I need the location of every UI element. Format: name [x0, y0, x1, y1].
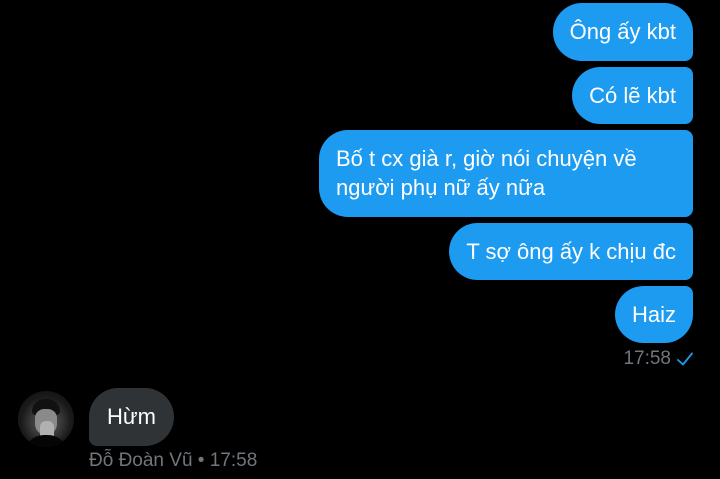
outgoing-message-meta: 17:58 — [623, 346, 693, 372]
message-bubble-outgoing[interactable]: Bố t cx già r, giờ nói chuyện về người p… — [319, 130, 693, 217]
message-timestamp: 17:58 — [623, 348, 671, 369]
meta-separator: • — [197, 450, 205, 471]
message-bubble-outgoing[interactable]: Ông ấy kbt — [552, 3, 693, 61]
message-bubble-outgoing[interactable]: Có lẽ kbt — [572, 67, 693, 124]
message-bubble-outgoing[interactable]: Haiz — [614, 286, 693, 343]
checkmark-icon — [677, 352, 693, 366]
message-bubble-incoming[interactable]: Hừm — [89, 388, 174, 446]
avatar-shirt — [24, 435, 68, 447]
conversation-view: Ông ấy kbt Có lẽ kbt Bố t cx già r, giờ … — [0, 0, 720, 479]
incoming-message-meta: Đỗ Đoàn Vũ • 17:58 — [89, 448, 257, 474]
avatar[interactable] — [18, 391, 74, 447]
message-timestamp: 17:58 — [209, 450, 258, 471]
message-bubble-outgoing[interactable]: T sợ ông ấy k chịu đc — [449, 223, 693, 280]
sender-name[interactable]: Đỗ Đoàn Vũ — [89, 450, 193, 471]
